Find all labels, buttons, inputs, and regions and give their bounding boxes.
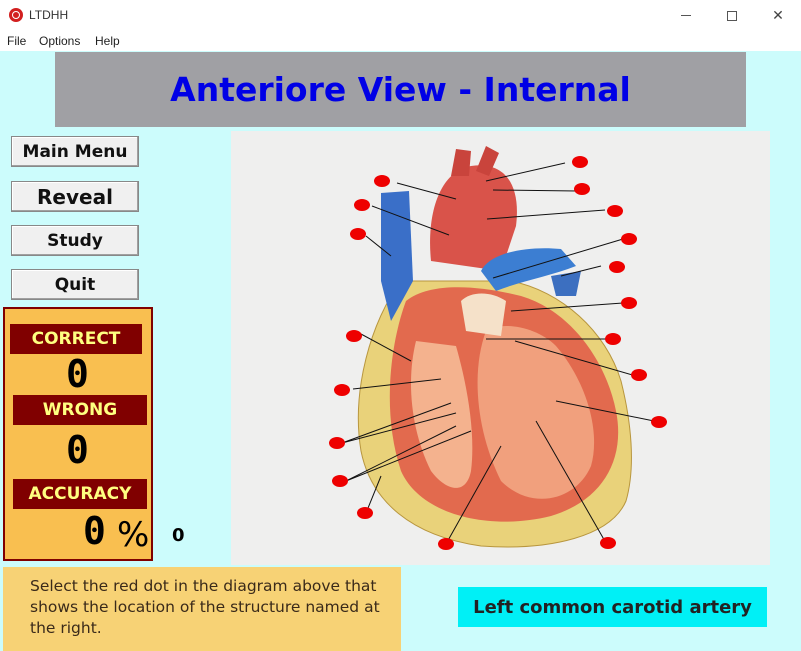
label-dot[interactable] [651, 416, 667, 428]
app-logo-icon [9, 8, 23, 22]
label-dot[interactable] [332, 475, 348, 487]
label-dot[interactable] [609, 261, 625, 273]
label-dot[interactable] [605, 333, 621, 345]
minimize-button[interactable] [663, 0, 709, 31]
accuracy-unit: % [117, 515, 150, 555]
label-dot[interactable] [574, 183, 590, 195]
maximize-button[interactable] [709, 0, 755, 31]
correct-label: CORRECT [10, 324, 142, 354]
label-dot[interactable] [607, 205, 623, 217]
main-menu-button[interactable]: Main Menu [11, 136, 139, 167]
label-dot[interactable] [621, 233, 637, 245]
minimize-icon [681, 15, 691, 16]
label-dot[interactable] [572, 156, 588, 168]
label-dot[interactable] [621, 297, 637, 309]
target-structure-box: Left common carotid artery [458, 587, 767, 627]
quit-button[interactable]: Quit [11, 269, 139, 300]
target-structure-name: Left common carotid artery [473, 596, 752, 618]
client-area: Anteriore View - Internal Main Menu Reve… [0, 51, 801, 651]
label-dot[interactable] [334, 384, 350, 396]
label-dot[interactable] [350, 228, 366, 240]
heart-diagram [231, 131, 770, 565]
reveal-button[interactable]: Reveal [11, 181, 139, 212]
menu-bar: File Options Help [0, 31, 801, 51]
label-dot[interactable] [346, 330, 362, 342]
menu-options[interactable]: Options [39, 34, 80, 48]
instruction-panel: Select the red dot in the diagram above … [3, 567, 401, 651]
label-dot[interactable] [357, 507, 373, 519]
instruction-text: Select the red dot in the diagram above … [30, 577, 380, 637]
menu-file[interactable]: File [7, 34, 26, 48]
title-bar: LTDHH ✕ [0, 0, 801, 31]
label-dot[interactable] [600, 537, 616, 549]
valve-region [461, 293, 506, 336]
page-title: Anteriore View - Internal [170, 70, 631, 109]
label-dot[interactable] [374, 175, 390, 187]
close-icon: ✕ [772, 7, 784, 24]
label-dot[interactable] [631, 369, 647, 381]
menu-help[interactable]: Help [95, 34, 120, 48]
wrong-label: WRONG [13, 395, 147, 425]
close-button[interactable]: ✕ [755, 0, 801, 31]
heart-illustration [329, 146, 667, 550]
correct-count: 0 [66, 352, 89, 396]
accuracy-value: 0 [83, 509, 106, 553]
study-button[interactable]: Study [11, 225, 139, 256]
header-banner: Anteriore View - Internal [55, 52, 746, 127]
accuracy-label: ACCURACY [13, 479, 147, 509]
attempt-counter: 0 [172, 525, 185, 546]
score-panel: CORRECT 0 WRONG 0 ACCURACY 0 % [3, 307, 153, 561]
maximize-icon [727, 10, 737, 21]
window-title: LTDHH [29, 8, 69, 22]
label-dot[interactable] [329, 437, 345, 449]
wrong-count: 0 [66, 428, 89, 472]
label-dot[interactable] [438, 538, 454, 550]
label-dot[interactable] [354, 199, 370, 211]
